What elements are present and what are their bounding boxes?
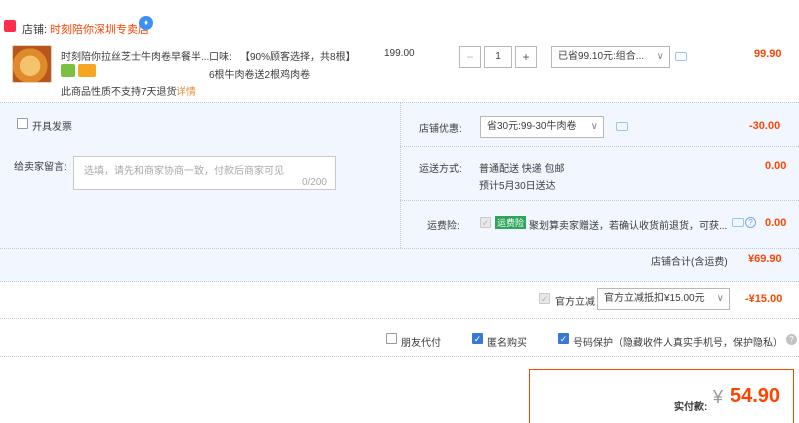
flavor-line2: 6根牛肉卷送2根鸡肉卷 [209, 70, 311, 81]
store-total-label: 店铺合计(含运费) [651, 257, 728, 268]
panel-divider [400, 102, 401, 248]
chevron-down-icon: ∨ [716, 293, 724, 304]
store-discount-select[interactable]: 省30元:99-30牛肉卷 ∨ [480, 116, 604, 138]
shipping-eta: 预计5月30日送达 [479, 181, 556, 192]
qty-plus-button[interactable]: + [515, 46, 537, 68]
invoice-checkbox[interactable] [17, 118, 28, 129]
product-title-link[interactable]: 时刻陪你拉丝芝士牛肉卷早餐半... [61, 48, 209, 63]
chevron-down-icon: ∨ [656, 51, 664, 62]
tmall-logo-icon [4, 20, 16, 32]
friend-pay-checkbox[interactable] [386, 333, 397, 344]
discount-select-value: 已省99.10元:组合... [558, 51, 645, 62]
shipping-label: 运送方式: [419, 164, 462, 175]
return-notice: 此商品性质不支持7天退货 [61, 87, 177, 98]
shipping-method: 普通配送 快递 包邮 [479, 164, 565, 175]
message-label: 给卖家留言: [14, 162, 67, 173]
official-discount-select[interactable]: 官方立减抵扣¥15.00元 ∨ [597, 288, 730, 310]
official-discount-label: 官方立减 [555, 297, 595, 308]
detail-link[interactable]: 详情 [176, 83, 196, 98]
message-counter: 0/200 [301, 177, 327, 188]
shipping-amount: 0.00 [765, 160, 787, 172]
divider [400, 146, 799, 147]
insurance-checkbox: ✓ [480, 217, 491, 228]
product-subtotal: 99.90 [754, 48, 782, 60]
payment-currency: ¥ [713, 387, 724, 407]
insurance-desc: 聚划算卖家赠送，若确认收货前退货，可获... [529, 221, 728, 232]
payment-summary: 实付款: ¥ 54.90 [529, 369, 794, 423]
card-tag-icon [78, 64, 96, 77]
divider [0, 318, 799, 319]
insurance-tag: 运费险 [495, 216, 527, 229]
insurance-amount: 0.00 [765, 217, 787, 229]
official-discount-value: 官方立减抵扣¥15.00元 [604, 293, 705, 304]
message-icon[interactable] [616, 122, 628, 131]
message-icon[interactable] [732, 218, 744, 227]
help-icon[interactable]: ? [786, 334, 797, 345]
divider [0, 248, 799, 249]
discount-select[interactable]: 已省99.10元:组合... ∨ [551, 46, 670, 68]
qty-input[interactable]: 1 [484, 46, 512, 68]
anonymous-checkbox[interactable]: ✓ [472, 333, 483, 344]
message-icon[interactable] [675, 52, 687, 61]
flavor-value: 【90%顾客选择，共8根】 [240, 52, 356, 63]
service-tag-icon [61, 64, 75, 77]
store-discount-value: 省30元:99-30牛肉卷 [487, 121, 577, 132]
insurance-label: 运费险: [427, 221, 460, 232]
official-discount-amount: -¥15.00 [745, 293, 783, 305]
number-protect-checkbox[interactable]: ✓ [558, 333, 569, 344]
divider [400, 200, 799, 201]
message-placeholder: 选填，请先和商家协商一致，付款后商家可见 [84, 166, 284, 177]
payment-amount: 54.90 [730, 385, 781, 407]
official-discount-checkbox: ✓ [539, 293, 550, 304]
number-protect-label: 号码保护（隐藏收件人真实手机号，保护隐私） [573, 338, 783, 349]
product-image[interactable] [12, 45, 52, 83]
qty-minus-button[interactable]: − [459, 46, 481, 68]
divider [0, 356, 799, 357]
store-label: 店铺: [22, 24, 48, 36]
anonymous-label: 匿名购买 [487, 338, 527, 349]
flavor-label: 口味: [209, 52, 232, 63]
message-textarea[interactable]: 选填，请先和商家协商一致，付款后商家可见 0/200 [73, 156, 336, 190]
store-name-link[interactable]: 时刻陪你深圳专卖店 [50, 21, 149, 37]
friend-pay-label: 朋友代付 [401, 338, 441, 349]
store-discount-amount: -30.00 [749, 120, 781, 132]
store-discount-label: 店铺优惠: [419, 124, 462, 135]
unit-price: 199.00 [384, 48, 415, 59]
store-badge-icon: ♦ [139, 16, 153, 30]
invoice-label: 开具发票 [32, 122, 72, 133]
store-total-amount: ¥69.90 [748, 253, 782, 265]
help-icon[interactable]: ? [745, 217, 756, 228]
chevron-down-icon: ∨ [590, 121, 598, 132]
payment-label: 实付款: [674, 402, 708, 413]
